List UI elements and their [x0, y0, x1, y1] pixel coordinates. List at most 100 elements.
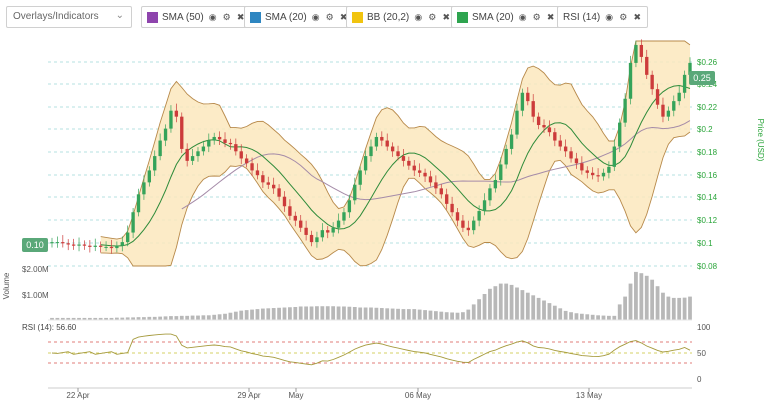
volume-bar — [542, 300, 546, 320]
x-tick-label: 29 Apr — [237, 391, 260, 400]
volume-bar — [196, 315, 200, 320]
volume-bar — [179, 315, 184, 320]
volume-bar — [379, 308, 384, 320]
volume-bar — [417, 309, 422, 320]
volume-bar — [515, 287, 519, 320]
rsi-line — [51, 333, 691, 366]
volume-bar — [504, 283, 509, 320]
volume-bar — [661, 292, 665, 320]
volume-bar — [358, 307, 363, 320]
x-tick-label: 06 May — [405, 391, 431, 400]
volume-bar — [396, 308, 400, 320]
volume-bar — [433, 311, 438, 320]
volume-bars — [50, 271, 692, 320]
x-tick-label: 22 Apr — [66, 391, 89, 400]
bollinger-band-fill — [100, 41, 690, 266]
volume-bar — [574, 313, 579, 320]
candle — [77, 237, 81, 252]
volume-bar — [244, 310, 249, 320]
price-tick-label: $0.16 — [697, 171, 718, 180]
volume-bar — [461, 312, 465, 320]
volume-bar — [277, 307, 281, 320]
volume-axis: $2.00M $1.00M Volume — [2, 265, 49, 300]
volume-bar — [363, 307, 368, 320]
volume-bar — [488, 288, 492, 320]
volume-bar — [288, 307, 292, 320]
price-chart[interactable]: $0.26 $0.24 $0.22 $0.2 $0.18 $0.16 $0.14… — [0, 0, 768, 404]
volume-bar — [212, 314, 217, 320]
volume-bar — [298, 306, 303, 320]
volume-bar — [347, 306, 352, 320]
volume-bar — [666, 296, 671, 320]
volume-bar — [217, 314, 222, 320]
volume-bar — [466, 309, 471, 320]
volume-bar — [163, 316, 168, 320]
volume-bar — [390, 308, 395, 320]
volume-bar — [563, 310, 568, 320]
price-tick-label: $0.1 — [697, 239, 713, 248]
price-tick-label: $0.08 — [697, 262, 718, 271]
volume-bar — [596, 315, 600, 320]
volume-bar — [558, 308, 563, 320]
x-tick-label: May — [288, 391, 303, 400]
rsi-tick-label: 50 — [697, 349, 706, 358]
start-price-badge: 0.10 — [22, 238, 48, 252]
volume-bar — [250, 309, 254, 320]
volume-bar — [336, 306, 341, 320]
volume-bar — [260, 308, 265, 320]
volume-bar — [342, 306, 346, 320]
volume-bar — [623, 296, 628, 320]
volume-bar — [439, 311, 444, 320]
rsi-tick-label: 100 — [697, 323, 711, 332]
volume-bar — [401, 309, 406, 320]
volume-bar — [190, 315, 195, 320]
price-tick-label: $0.26 — [697, 58, 718, 67]
volume-bar — [688, 296, 692, 320]
price-axis: $0.26 $0.24 $0.22 $0.2 $0.18 $0.16 $0.14… — [697, 58, 765, 271]
volume-bar — [682, 297, 687, 320]
candle — [93, 238, 97, 252]
volume-bar — [315, 306, 319, 320]
volume-bar — [412, 309, 417, 320]
volume-tick-label: $2.00M — [22, 265, 49, 274]
volume-bar — [352, 307, 357, 320]
volume-bar — [201, 315, 206, 320]
volume-bar — [607, 315, 611, 320]
volume-bar — [374, 307, 379, 320]
volume-bar — [255, 309, 260, 320]
volume-bar — [174, 316, 179, 320]
volume-bar — [552, 305, 557, 320]
volume-bar — [498, 283, 503, 320]
volume-bar — [634, 271, 638, 320]
volume-tick-label: $1.00M — [22, 291, 49, 300]
volume-bar — [406, 309, 411, 320]
candle — [628, 55, 633, 105]
volume-bar — [320, 306, 325, 320]
price-axis-title: Price (USD) — [756, 119, 765, 162]
volume-bar — [450, 312, 454, 320]
candle — [66, 239, 70, 251]
candle — [88, 240, 92, 253]
volume-bar — [644, 275, 649, 320]
volume-bar — [655, 286, 660, 320]
volume-bar — [293, 307, 298, 320]
volume-bar — [304, 306, 309, 320]
volume-bar — [493, 286, 498, 320]
volume-bar — [223, 313, 227, 320]
volume-bar — [471, 304, 476, 320]
current-price-value: 0.25 — [693, 73, 711, 83]
candle — [71, 238, 76, 250]
volume-bar — [482, 294, 487, 320]
volume-bar — [650, 279, 655, 320]
volume-bar — [677, 297, 682, 320]
volume-bar — [547, 303, 552, 320]
volume-bar — [444, 312, 449, 320]
volume-bar — [477, 299, 482, 320]
volume-axis-title: Volume — [2, 272, 11, 299]
volume-bar — [185, 315, 190, 320]
volume-bar — [525, 292, 530, 320]
x-axis: 22 Apr 29 Apr May 06 May 13 May — [66, 388, 602, 400]
volume-bar — [612, 315, 617, 320]
candle — [61, 235, 65, 248]
volume-bar — [617, 304, 622, 320]
